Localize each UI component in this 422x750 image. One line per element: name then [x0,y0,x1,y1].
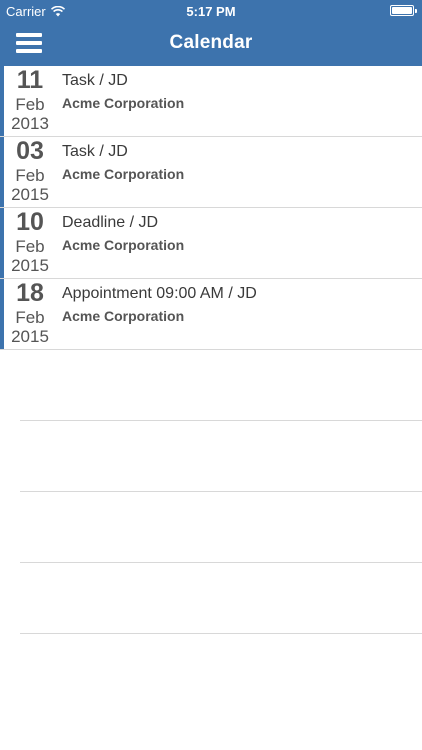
calendar-event-row[interactable]: 18 Feb 2015 Appointment 09:00 AM / JD Ac… [0,279,422,350]
page-title: Calendar [169,32,253,53]
status-bar: Carrier 5:17 PM [0,0,422,22]
event-day: 18 [16,279,44,307]
event-day: 11 [16,66,44,94]
event-year: 2013 [11,114,49,133]
calendar-event-row[interactable]: 03 Feb 2015 Task / JD Acme Corporation [0,137,422,208]
event-title: Deadline / JD [62,214,159,231]
event-company: Acme Corporation [62,166,185,182]
nav-bar: Calendar [0,22,422,66]
battery-icon [390,5,417,16]
calendar-event-row[interactable]: 11 Feb 2013 Task / JD Acme Corporation [0,66,422,137]
empty-list-row [20,350,422,421]
event-day: 03 [16,137,44,165]
event-title: Appointment 09:00 AM / JD [62,285,257,302]
event-details: Appointment 09:00 AM / JD Acme Corporati… [62,285,257,324]
event-month: Feb [15,308,45,327]
event-company: Acme Corporation [62,308,185,324]
calendar-event-row[interactable]: 10 Feb 2015 Deadline / JD Acme Corporati… [0,208,422,279]
empty-list-row [20,492,422,563]
event-date: 18 Feb 2015 [4,279,56,346]
event-year: 2015 [11,185,49,204]
event-details: Deadline / JD Acme Corporation [62,214,184,253]
event-company: Acme Corporation [62,237,185,253]
event-title: Task / JD [62,72,128,89]
event-title: Task / JD [62,143,128,160]
event-details: Task / JD Acme Corporation [62,143,184,182]
event-month: Feb [15,237,45,256]
empty-list-row [20,421,422,492]
event-year: 2015 [11,327,49,346]
status-time: 5:17 PM [186,4,236,19]
event-day: 10 [16,208,44,236]
event-year: 2015 [11,256,49,275]
calendar-list: 11 Feb 2013 Task / JD Acme Corporation 0… [0,66,422,634]
app-header: Carrier 5:17 PM Calendar [0,0,422,66]
event-date: 11 Feb 2013 [4,66,56,133]
event-month: Feb [15,95,45,114]
event-month: Feb [15,166,45,185]
event-date: 10 Feb 2015 [4,208,56,275]
empty-list-row [20,563,422,634]
event-company: Acme Corporation [62,95,185,111]
event-date: 03 Feb 2015 [4,137,56,204]
event-details: Task / JD Acme Corporation [62,72,184,111]
